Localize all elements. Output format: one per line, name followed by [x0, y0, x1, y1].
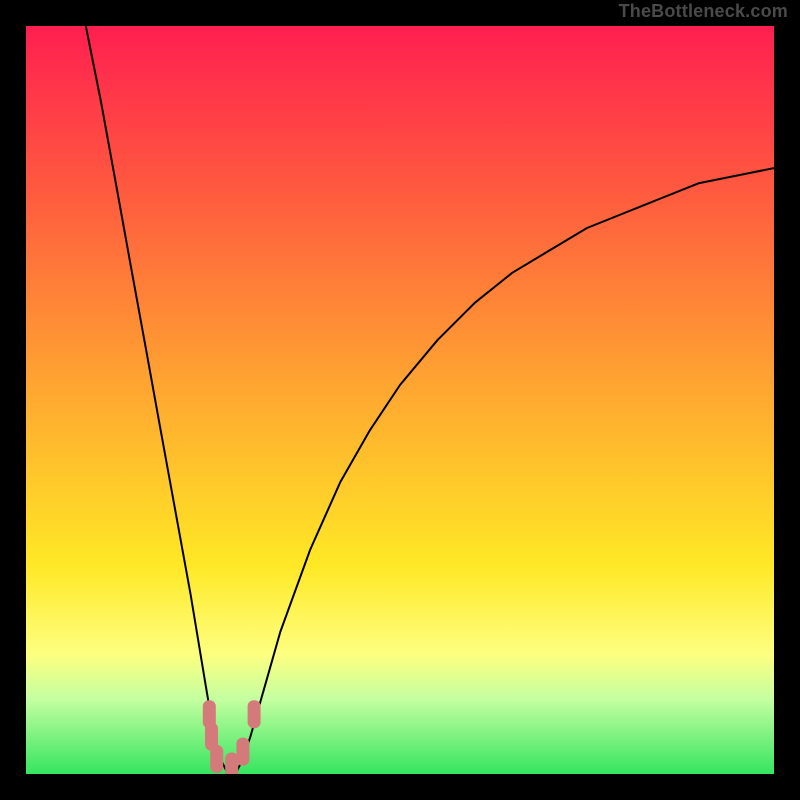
curve-layer	[26, 26, 774, 774]
bottleneck-curve	[86, 26, 774, 774]
watermark-text: TheBottleneck.com	[619, 1, 788, 23]
curve-marker	[210, 745, 223, 773]
curve-marker	[236, 738, 249, 766]
curve-marker	[225, 753, 238, 775]
chart-frame: TheBottleneck.com	[0, 0, 800, 800]
curve-markers	[203, 700, 261, 774]
plot-area	[26, 26, 774, 774]
curve-marker	[248, 700, 261, 728]
